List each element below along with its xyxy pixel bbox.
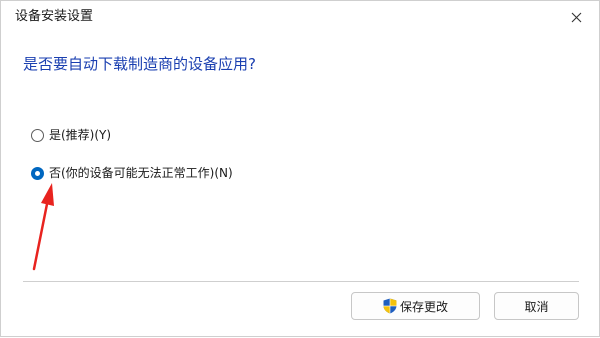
close-icon: [571, 12, 581, 22]
cancel-label: 取消: [524, 299, 549, 314]
save-changes-label: 保存更改: [399, 299, 448, 314]
radio-no[interactable]: [31, 166, 44, 180]
device-installation-settings-dialog: 设备安装设置 是否要自动下载制造商的设备应用? 是(推荐)(Y) 否(你的设备可…: [0, 0, 600, 337]
radio-yes[interactable]: [31, 128, 44, 142]
uac-shield-icon: [383, 298, 397, 314]
option-no-label[interactable]: 否(你的设备可能无法正常工作)(N): [49, 165, 233, 181]
window-title: 设备安装设置: [15, 9, 94, 24]
title-bar: 设备安装设置: [1, 1, 599, 33]
option-yes-label[interactable]: 是(推荐)(Y): [49, 127, 111, 143]
save-changes-button[interactable]: 保存更改: [351, 292, 480, 320]
cancel-button[interactable]: 取消: [494, 292, 579, 320]
footer-divider: [23, 281, 579, 282]
close-button[interactable]: [553, 1, 599, 33]
option-no[interactable]: 否(你的设备可能无法正常工作)(N): [31, 163, 233, 183]
question-heading: 是否要自动下载制造商的设备应用?: [23, 55, 256, 73]
option-yes[interactable]: 是(推荐)(Y): [31, 125, 111, 145]
